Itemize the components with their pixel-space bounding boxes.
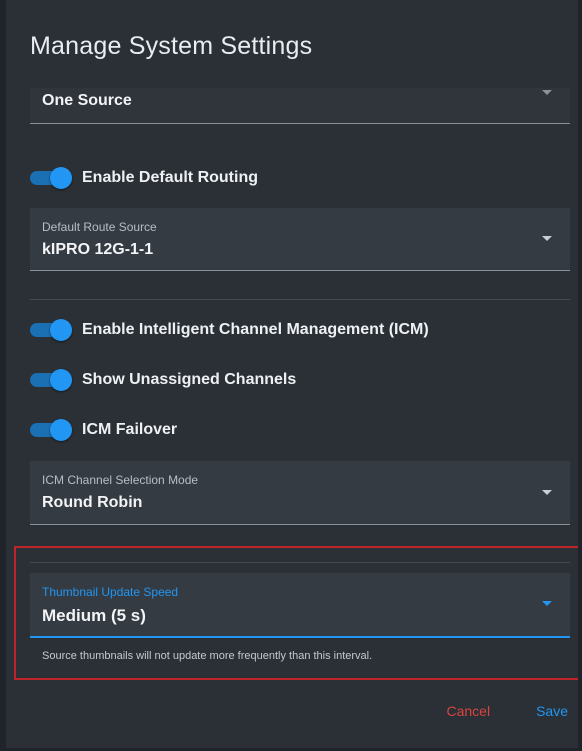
icm-failover-row: ICM Failover — [30, 418, 177, 442]
show-unassigned-toggle[interactable] — [30, 369, 72, 391]
icm-selection-mode-label: ICM Channel Selection Mode — [42, 473, 199, 487]
default-routing-row: Enable Default Routing — [30, 166, 258, 190]
cancel-button[interactable]: Cancel — [446, 703, 490, 719]
section-divider — [30, 299, 570, 300]
highlight-box — [14, 546, 578, 680]
chevron-down-icon — [542, 490, 552, 495]
icm-failover-label: ICM Failover — [82, 421, 178, 438]
enable-icm-toggle[interactable] — [30, 319, 72, 341]
chevron-down-icon — [542, 236, 552, 241]
dialog-actions: Cancel Save — [446, 703, 568, 719]
default-route-source-value: kIPRO 12G-1-1 — [42, 241, 154, 258]
enable-icm-row: Enable Intelligent Channel Management (I… — [30, 318, 429, 342]
default-routing-toggle[interactable] — [30, 167, 72, 189]
default-route-source-select[interactable]: Default Route Source kIPRO 12G-1-1 — [30, 208, 570, 271]
settings-dialog: Manage System Settings One Source Enable… — [6, 0, 578, 748]
source-mode-value: One Source — [42, 92, 132, 109]
toggle-thumb — [50, 369, 72, 391]
show-unassigned-label: Show Unassigned Channels — [82, 371, 297, 388]
source-mode-select[interactable]: One Source — [30, 88, 570, 124]
show-unassigned-row: Show Unassigned Channels — [30, 368, 296, 392]
chevron-down-icon — [542, 90, 552, 95]
save-button[interactable]: Save — [536, 703, 568, 719]
icm-selection-mode-value: Round Robin — [42, 494, 143, 511]
toggle-thumb — [50, 167, 72, 189]
dialog-title: Manage System Settings — [30, 32, 313, 60]
toggle-thumb — [50, 319, 72, 341]
enable-icm-label: Enable Intelligent Channel Management (I… — [82, 321, 429, 338]
default-routing-label: Enable Default Routing — [82, 169, 258, 186]
toggle-thumb — [50, 419, 72, 441]
icm-failover-toggle[interactable] — [30, 419, 72, 441]
icm-selection-mode-select[interactable]: ICM Channel Selection Mode Round Robin — [30, 461, 570, 525]
default-route-source-label: Default Route Source — [42, 220, 157, 234]
settings-scroll-area[interactable]: One Source Enable Default Routing Defaul… — [6, 88, 578, 688]
